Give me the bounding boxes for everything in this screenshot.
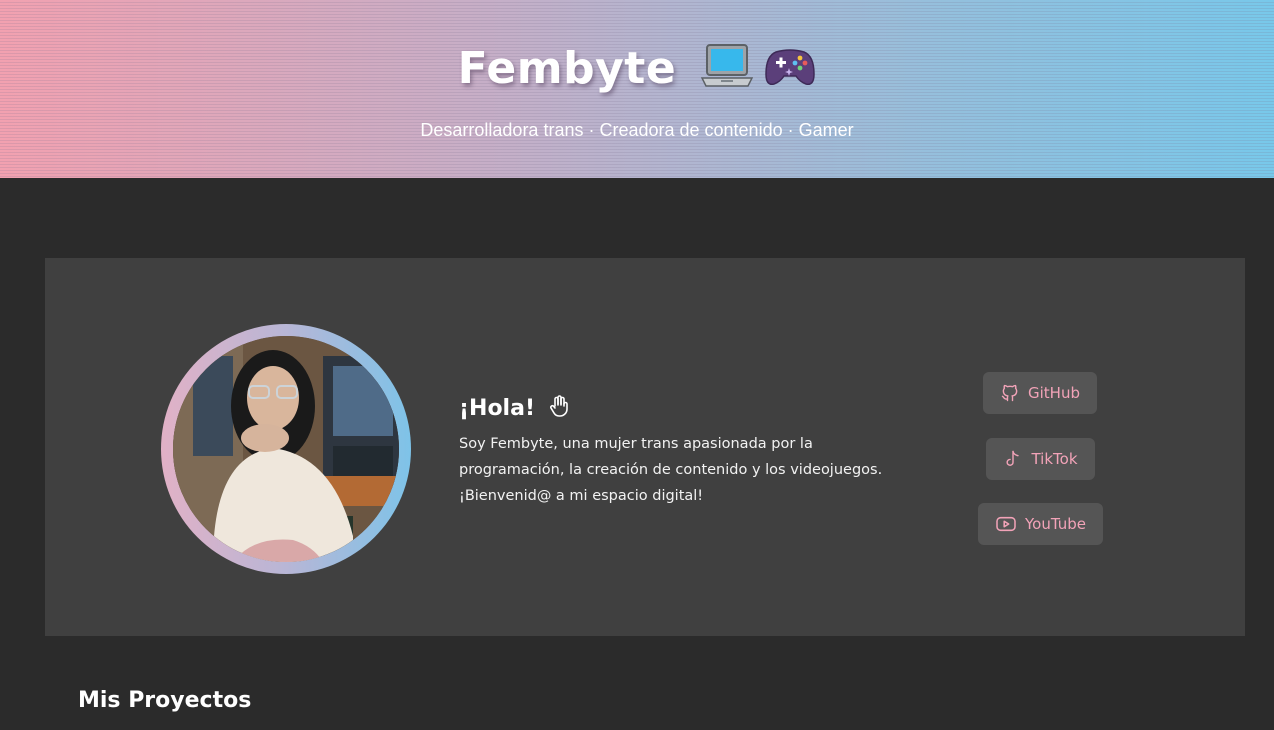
site-subtitle: Desarrolladora trans · Creadora de conte… [420, 120, 854, 140]
github-button[interactable]: GitHub [983, 372, 1097, 414]
hero-icons [695, 42, 816, 94]
intro-block: ¡Hola! Soy Fembyte, una mujer trans apas… [459, 392, 899, 509]
profile-card: ¡Hola! Soy Fembyte, una mujer trans apas… [45, 258, 1245, 636]
hero-title-row: Fembyte [0, 42, 1274, 94]
projects-heading: Mis Proyectos [78, 688, 252, 713]
avatar [173, 336, 399, 562]
gamepad-icon [764, 42, 816, 94]
site-title: Fembyte [457, 42, 677, 94]
waving-hand-icon [547, 394, 571, 429]
youtube-label: YouTube [1025, 515, 1086, 533]
hero-banner: Fembyte Desarrolladora trans · Creadora … [0, 0, 1274, 178]
tiktok-icon [1003, 448, 1023, 470]
youtube-icon [995, 515, 1017, 533]
tiktok-label: TikTok [1031, 450, 1078, 468]
intro-heading-text: ¡Hola! [459, 396, 535, 421]
youtube-button[interactable]: YouTube [978, 503, 1103, 545]
intro-heading: ¡Hola! [459, 392, 899, 429]
github-icon [1000, 383, 1020, 403]
laptop-icon [701, 42, 754, 94]
github-label: GitHub [1028, 384, 1080, 402]
avatar-ring [161, 324, 411, 574]
intro-paragraph: Soy Fembyte, una mujer trans apasionada … [459, 436, 883, 504]
tiktok-button[interactable]: TikTok [986, 438, 1095, 480]
